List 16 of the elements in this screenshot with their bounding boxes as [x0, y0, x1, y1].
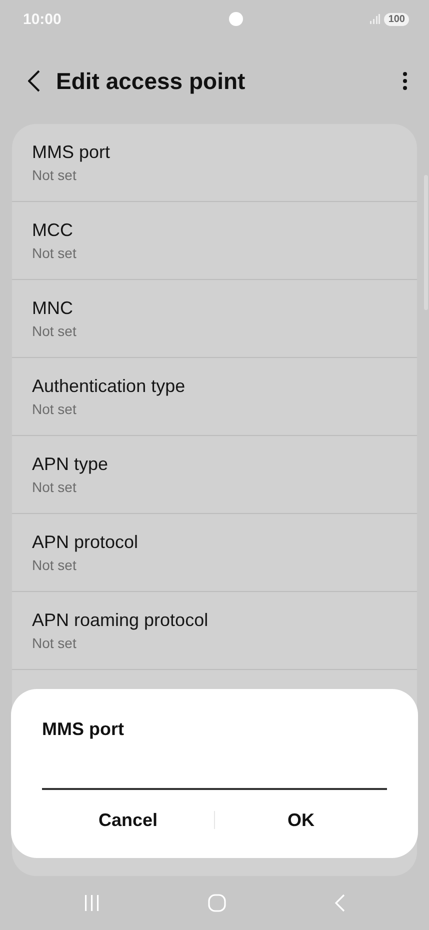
battery-level: 100 [384, 12, 409, 26]
dialog-button[interactable]: OK [215, 802, 387, 838]
more-options-icon[interactable] [403, 72, 407, 90]
setting-row[interactable]: MMS port Not set [12, 124, 417, 202]
signal-icon [370, 14, 380, 24]
dialog-title: MMS port [42, 719, 125, 740]
dialog-button[interactable]: Cancel [42, 802, 214, 838]
setting-row[interactable]: APN protocol Not set [12, 514, 417, 592]
page-title: Edit access point [56, 68, 246, 94]
camera-dot-icon [228, 12, 243, 26]
back-icon[interactable] [28, 70, 40, 92]
setting-row[interactable]: Authentication type Not set [12, 358, 417, 436]
setting-row[interactable]: APN roaming protocol Not set [12, 592, 417, 670]
setting-row[interactable]: MNC Not set [12, 280, 417, 358]
setting-row[interactable]: APN type Not set [12, 436, 417, 514]
setting-row[interactable]: MCC Not set [12, 202, 417, 280]
